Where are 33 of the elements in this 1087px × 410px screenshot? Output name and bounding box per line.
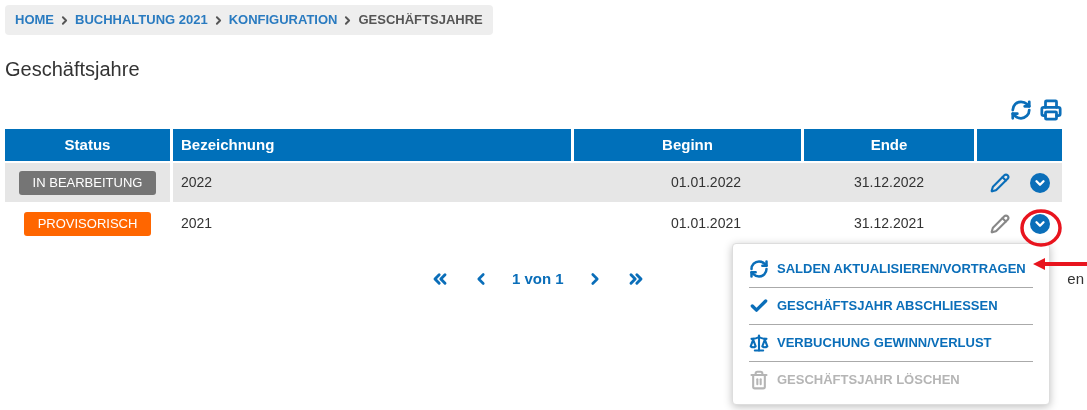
breadcrumb-link[interactable]: KONFIGURATION — [228, 10, 338, 30]
status-badge: PROVISORISCH — [23, 211, 152, 236]
menu-item[interactable]: GESCHÄFTSJAHR ABSCHLIESSEN — [749, 287, 1033, 324]
refresh-icon — [749, 258, 769, 279]
table-cell-text: 31.12.2021 — [853, 214, 925, 233]
scale-icon — [749, 333, 769, 353]
print-icon[interactable] — [1040, 99, 1062, 121]
column-header: Ende — [804, 129, 974, 161]
dropdown-toggle[interactable] — [1029, 172, 1050, 193]
breadcrumb-link[interactable]: HOME — [15, 10, 54, 30]
breadcrumb-link[interactable]: BUCHHALTUNG 2021 — [75, 10, 208, 30]
pointer-arrow — [1033, 257, 1087, 271]
table-cell-text: 01.01.2022 — [670, 173, 741, 192]
column-header: Beginn — [574, 129, 801, 161]
edit-icon[interactable] — [989, 172, 1010, 193]
column-header: Bezeichnung — [173, 129, 571, 161]
page-indicator: 1 von 1 — [512, 268, 564, 289]
menu-item[interactable]: VERBUCHUNG GEWINN/VERLUST — [749, 324, 1033, 361]
trash-icon — [749, 370, 769, 390]
refresh-icon[interactable] — [1010, 99, 1032, 121]
table-cell-text: 31.12.2022 — [853, 173, 925, 192]
menu-item[interactable]: SALDEN AKTUALISIEREN/VORTRAGEN — [749, 250, 1033, 287]
status-badge: IN BEARBEITUNG — [18, 170, 157, 195]
edit-icon[interactable] — [989, 213, 1010, 234]
page-title: Geschäftsjahre — [5, 57, 141, 82]
table-cell-text: 2022 — [181, 173, 213, 192]
dropdown-toggle[interactable] — [1029, 213, 1050, 234]
page-size-text: en — [1067, 268, 1084, 289]
highlight-circle — [1019, 208, 1063, 248]
table-cell-text: 01.01.2021 — [670, 214, 741, 233]
column-header: Status — [5, 129, 170, 161]
table-cell-text: 2021 — [181, 214, 213, 233]
breadcrumb-current: GESCHÄFTSJAHRE — [358, 11, 483, 30]
